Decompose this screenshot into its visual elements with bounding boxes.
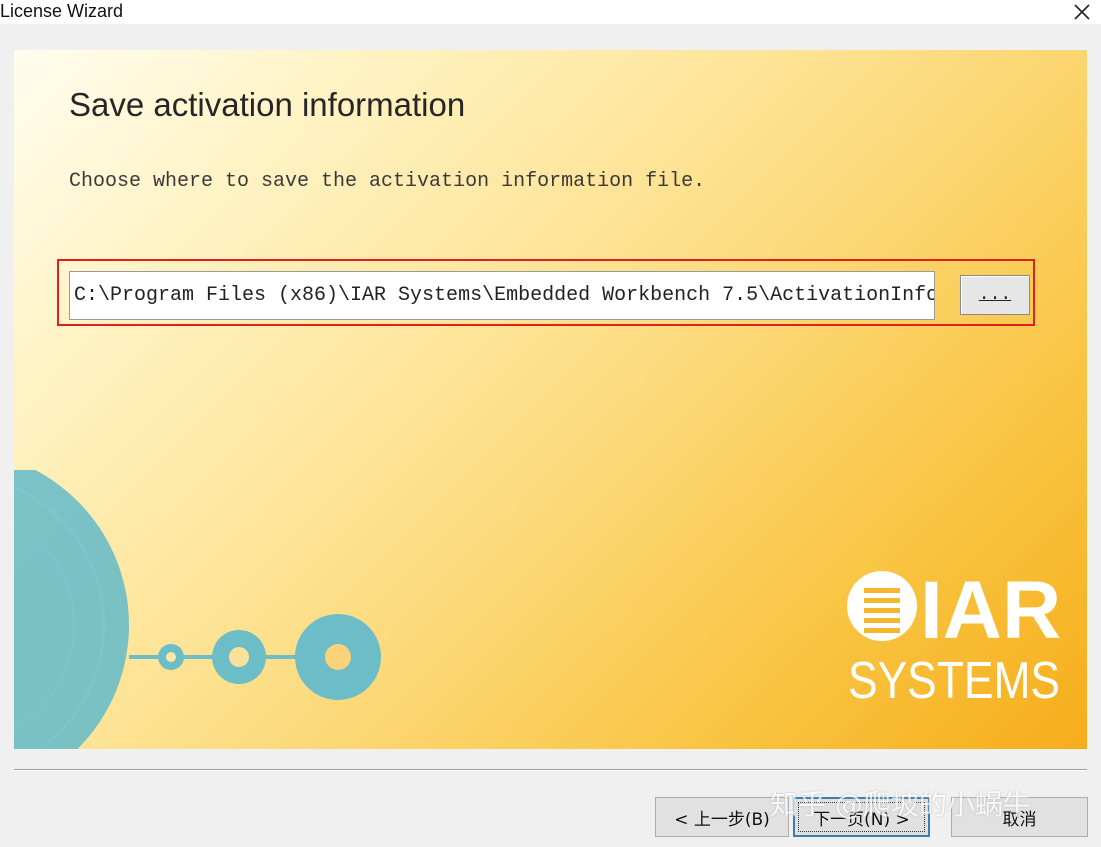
page-title: Save activation information xyxy=(69,86,466,123)
browse-label: ... xyxy=(978,285,1012,305)
wizard-panel: Save activation information Choose where… xyxy=(14,50,1087,749)
watermark: 知乎 @爬坡的小蜗牛 xyxy=(770,788,1031,821)
back-button[interactable]: < 上一步(B) xyxy=(655,797,789,837)
file-path-input[interactable]: C:\Program Files (x86)\IAR Systems\Embed… xyxy=(69,271,935,320)
title-bar: License Wizard xyxy=(0,0,1101,24)
window-title: License Wizard xyxy=(0,1,124,21)
logo-line1: IAR xyxy=(920,566,1061,656)
close-button[interactable] xyxy=(1063,0,1101,24)
close-icon xyxy=(1074,4,1090,20)
disc-decoration-icon xyxy=(14,470,381,749)
back-label: < 上一步(B) xyxy=(674,809,770,830)
iar-logo: IAR SYSTEMS xyxy=(847,566,1061,706)
logo-line2: SYSTEMS xyxy=(848,652,1060,706)
iar-emblem-icon xyxy=(847,571,917,641)
footer-separator xyxy=(14,769,1087,771)
browse-button[interactable]: ... xyxy=(960,275,1030,315)
page-description: Choose where to save the activation info… xyxy=(69,170,706,193)
